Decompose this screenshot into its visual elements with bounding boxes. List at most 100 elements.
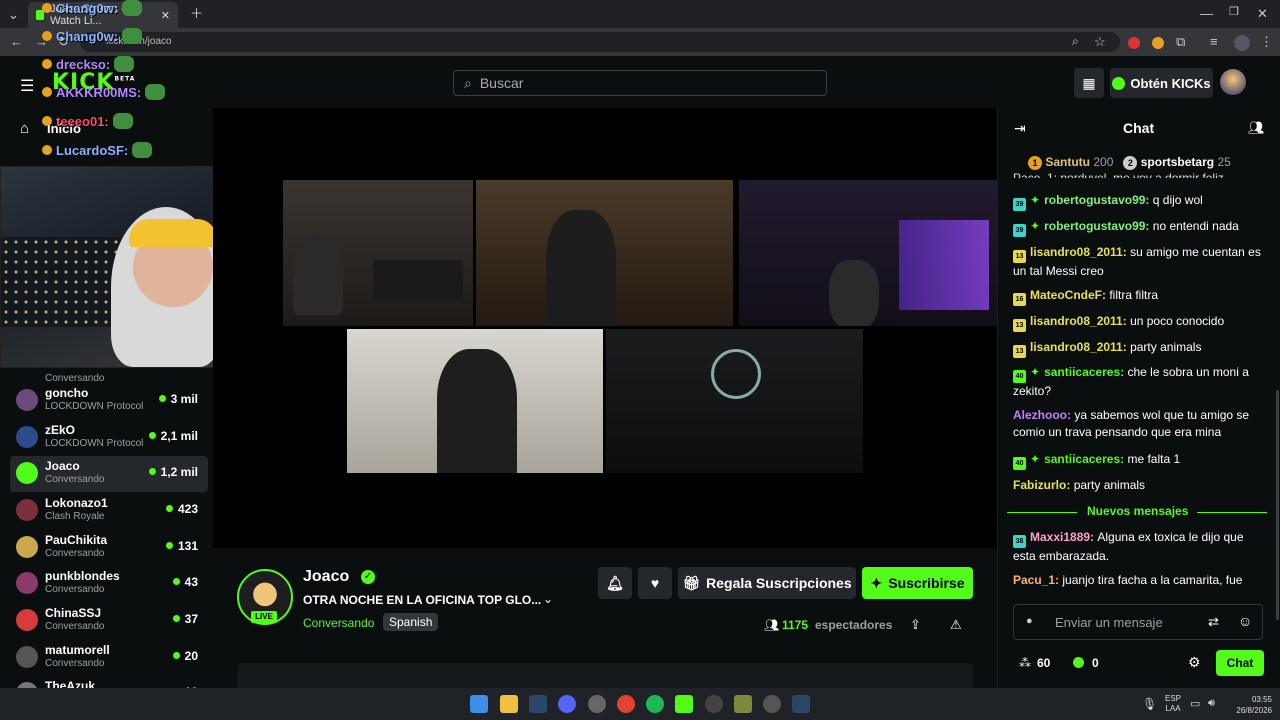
game-icon[interactable] <box>734 695 752 713</box>
emoji-icon[interactable]: ☺ <box>1238 613 1252 629</box>
sidebar-channel-chinassj[interactable]: ChinaSSJ Conversando 37 <box>10 603 208 639</box>
kicks-value[interactable]: 0 <box>1092 656 1099 670</box>
tab-list-icon[interactable]: ⌄ <box>8 8 19 21</box>
calendar-button[interactable]: ▦ <box>1074 68 1104 98</box>
language-indicator[interactable]: ESP LAA <box>1165 694 1181 714</box>
chat-username[interactable]: lisandro08_2011 <box>1030 314 1123 328</box>
hamburger-menu-icon[interactable]: ☰ <box>20 76 34 96</box>
start-menu-icon[interactable] <box>470 695 488 713</box>
extension-icon[interactable] <box>1128 37 1140 49</box>
steam-icon[interactable] <box>792 695 810 713</box>
chat-message[interactable]: 13 lisandro08_2011: su amigo me cuentan e… <box>1013 244 1263 280</box>
zoom-icon[interactable]: ⌕ <box>1072 35 1079 47</box>
ccleaner-icon[interactable] <box>705 695 723 713</box>
chat-input[interactable]: ● Enviar un mensaje ⇄ ☺ <box>1013 604 1263 640</box>
chat-username[interactable]: MateoCndeF <box>1030 288 1102 302</box>
sidebar-channel-pauchikita[interactable]: PauChikita Conversando 131 <box>10 530 208 566</box>
chat-username[interactable]: Maxxi1889 <box>1030 530 1090 544</box>
new-tab-icon[interactable]: ＋ <box>190 7 203 20</box>
chat-settings-dot-icon[interactable]: ● <box>1026 615 1033 627</box>
get-kicks-button[interactable]: Obtén KICKs <box>1110 68 1213 98</box>
extensions-puzzle-icon[interactable]: ⧉ <box>1176 35 1185 48</box>
translate-icon[interactable]: ⇄ <box>1208 614 1219 630</box>
kick-app-icon[interactable] <box>675 695 693 713</box>
collapse-chat-icon[interactable]: ⇥ <box>1014 120 1026 137</box>
language-tag[interactable]: Spanish <box>383 613 439 631</box>
chat-message[interactable]: 39 ✦ robertogustavo99: no entendi nada <box>1013 218 1263 237</box>
sidebar-channel-zeko[interactable]: zEkO LOCKDOWN Protocol 2,1 mil <box>10 420 208 456</box>
sidebar-channel-lokonazo1[interactable]: Lokonazo1 Clash Royale 423 <box>10 493 208 529</box>
chat-message[interactable]: Pacu_1: juanjo tira facha a la camarita,… <box>1013 572 1263 589</box>
sidebar-channel-matumorell[interactable]: matumorell Conversando 20 <box>10 640 208 676</box>
maximize-icon[interactable]: ❐ <box>1229 7 1239 18</box>
chat-message[interactable]: Fabizurlo: party animals <box>1013 477 1263 494</box>
media-control-icon[interactable]: ≡ <box>1210 35 1218 48</box>
app-icon[interactable] <box>588 695 606 713</box>
chat-username[interactable]: robertogustavo99 <box>1044 219 1145 233</box>
back-icon[interactable]: ← <box>10 35 23 48</box>
chat-message[interactable]: 39 ✦ robertogustavo99: q dijo wol <box>1013 192 1263 211</box>
report-icon[interactable]: ⚠ <box>950 617 962 633</box>
chat-scrollbar[interactable] <box>1276 390 1279 620</box>
alert-badge-icon <box>42 3 52 13</box>
chat-username[interactable]: lisandro08_2011 <box>1030 340 1123 354</box>
extension-icon[interactable] <box>1152 37 1164 49</box>
share-icon[interactable]: ⇪ <box>910 617 921 633</box>
chevron-down-icon[interactable]: ⌄ <box>543 592 553 606</box>
chat-message[interactable]: Alezhooo: ya sabemos wol que tu amigo se… <box>1013 407 1263 441</box>
sidebar-channel-theazuk[interactable]: TheAzuk19 <box>10 676 208 688</box>
chat-message[interactable]: 13 lisandro08_2011: un poco conocido <box>1013 313 1263 332</box>
spotify-icon[interactable] <box>646 695 664 713</box>
verified-icon: ✓ <box>361 570 375 584</box>
gift-subs-button[interactable]: 🎁︎ Regala Suscripciones <box>678 567 856 599</box>
sidebar-channel-goncho[interactable]: goncho LOCKDOWN Protocol 3 mil <box>10 383 208 419</box>
notifications-button[interactable]: 🔔︎ <box>598 567 632 599</box>
discord-icon[interactable] <box>558 695 576 713</box>
user-avatar[interactable] <box>1220 69 1246 95</box>
overlay-alert-line: drecksо: <box>42 56 135 72</box>
chat-users-icon[interactable]: 👥︎ <box>1248 120 1265 136</box>
close-tab-icon[interactable]: ✕ <box>161 9 170 22</box>
follow-button[interactable]: ♥ <box>638 567 672 599</box>
chat-username[interactable]: Pacu_1 <box>1013 573 1055 587</box>
microphone-icon[interactable]: 🎙︎ <box>1142 697 1157 711</box>
file-explorer-icon[interactable] <box>500 695 518 713</box>
browser-menu-icon[interactable]: ⋮ <box>1260 35 1273 48</box>
video-player[interactable] <box>213 108 997 548</box>
channel-viewers: 2,1 mil <box>149 429 198 443</box>
chat-message[interactable]: 13 lisandro08_2011: party animals <box>1013 339 1263 358</box>
profile-avatar-icon[interactable] <box>1234 35 1250 51</box>
chat-message[interactable]: 40 ✦ santiicaceres: che le sobra un moni a… <box>1013 364 1263 400</box>
chat-message[interactable]: 38 Maxxi1889: Alguna ex toxica le dijo qu… <box>1013 529 1263 565</box>
home-icon[interactable]: ⌂ <box>20 120 29 137</box>
clock[interactable]: 03:55 26/8/2026 <box>1226 694 1272 716</box>
chat-username[interactable]: Alezhooo <box>1013 408 1067 422</box>
volume-icon[interactable]: 🔊︎ <box>1208 697 1215 710</box>
bookmark-star-icon[interactable]: ☆ <box>1094 35 1106 48</box>
alert-badge-icon <box>42 59 52 69</box>
rank-badge: 2 <box>1123 156 1138 170</box>
stream-category[interactable]: Conversando <box>303 616 374 630</box>
window-close-icon[interactable]: ✕ <box>1257 7 1268 20</box>
chrome-icon[interactable] <box>617 695 635 713</box>
sidebar-channel-joaco[interactable]: Joaco Conversando 1,2 mil <box>10 456 208 492</box>
chat-message[interactable]: 40 ✦ santiicaceres: me falta 1 <box>1013 451 1263 470</box>
search-input[interactable]: ⌕ Buscar <box>453 70 827 96</box>
sidebar-channel-punkblondes[interactable]: punkblondes Conversando 43 <box>10 566 208 602</box>
network-icon[interactable]: ▭ <box>1190 697 1200 710</box>
chat-username[interactable]: santiicaceres <box>1044 452 1120 466</box>
steam-icon[interactable] <box>529 695 547 713</box>
url-field[interactable]: kick.com/joaco <box>80 32 1120 52</box>
chat-username[interactable]: robertogustavo99 <box>1044 193 1145 207</box>
subscribe-button[interactable]: ✦ Suscribirse <box>862 567 973 599</box>
points-value[interactable]: 60 <box>1037 656 1050 670</box>
chat-username[interactable]: Fabizurlo <box>1013 478 1066 492</box>
gear-icon[interactable]: ⚙ <box>1188 654 1201 671</box>
send-chat-button[interactable]: Chat <box>1216 650 1264 676</box>
chat-username[interactable]: lisandro08_2011 <box>1030 245 1123 259</box>
chat-username[interactable]: santiicaceres <box>1044 365 1120 379</box>
streamer-name[interactable]: Joaco <box>303 568 349 586</box>
chat-message[interactable]: 16 MateoCndeF: filtra filtra <box>1013 287 1263 306</box>
ccleaner-icon[interactable] <box>763 695 781 713</box>
minimize-icon[interactable]: — <box>1200 7 1213 20</box>
